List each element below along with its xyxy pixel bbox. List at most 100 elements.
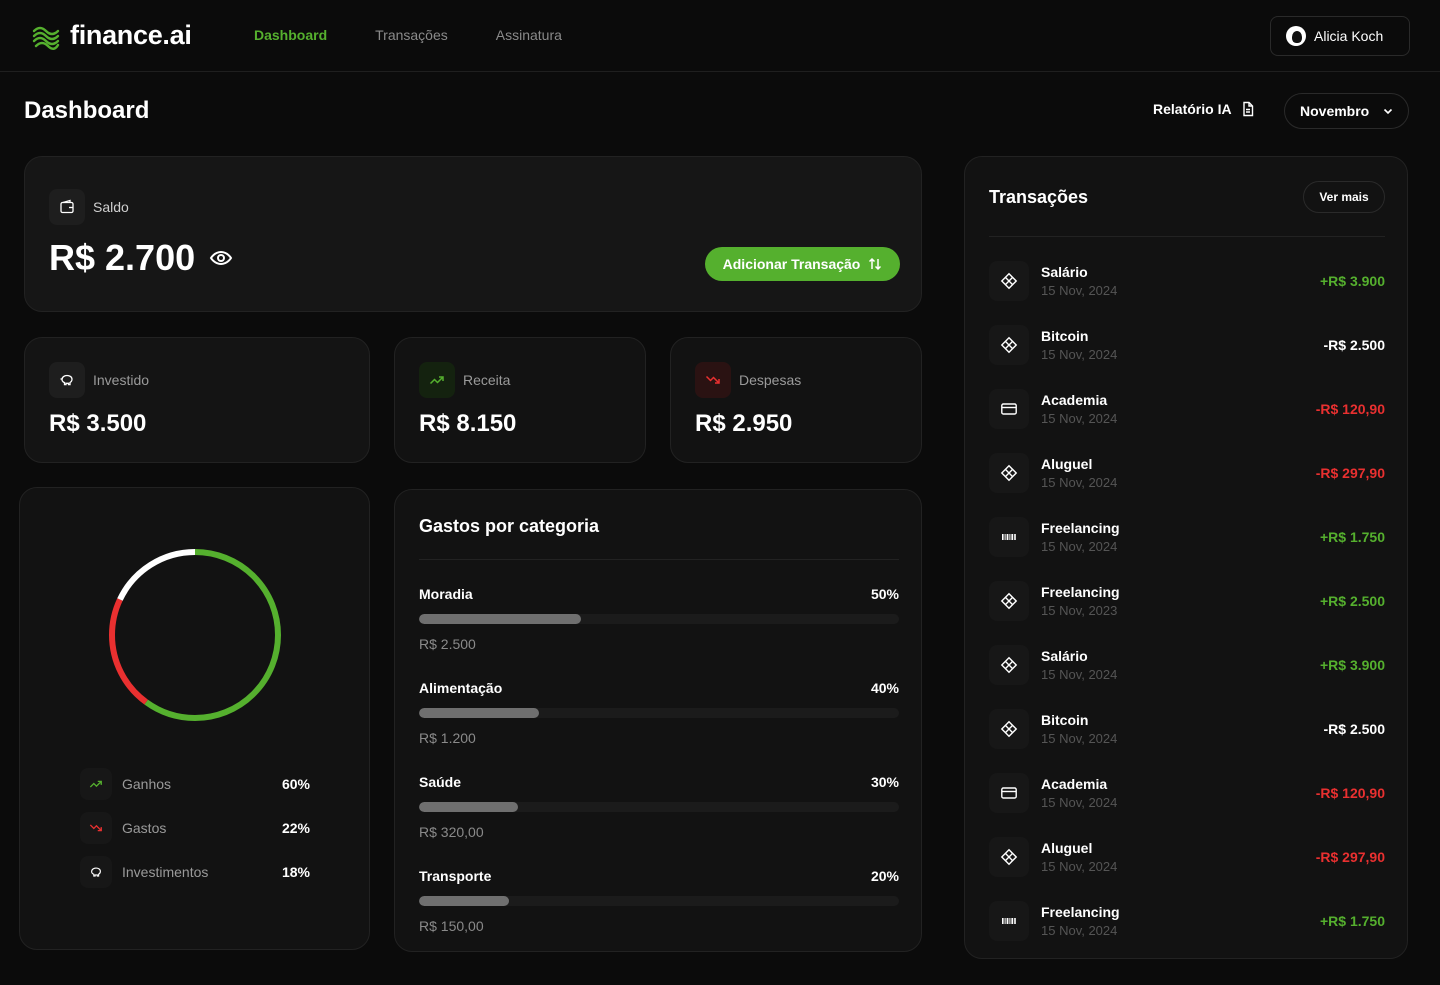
transaction-row[interactable]: Aluguel 15 Nov, 2024 -R$ 297,90 bbox=[989, 837, 1385, 877]
transaction-amount: -R$ 297,90 bbox=[1315, 465, 1385, 481]
piggy-bank-icon bbox=[80, 856, 112, 888]
expenses-by-category-card: Gastos por categoria Moradia 50% R$ 2.500… bbox=[394, 489, 922, 952]
legend-label: Ganhos bbox=[122, 776, 172, 792]
invested-card: Investido R$ 3.500 bbox=[24, 337, 370, 463]
user-menu-button[interactable]: Alicia Koch bbox=[1270, 16, 1410, 56]
piggy-bank-icon bbox=[49, 362, 85, 398]
transaction-name: Salário bbox=[1041, 264, 1088, 280]
transaction-row[interactable]: Academia 15 Nov, 2024 -R$ 120,90 bbox=[989, 389, 1385, 429]
transaction-name: Freelancing bbox=[1041, 584, 1120, 600]
transaction-info: Salário 15 Nov, 2024 bbox=[1041, 648, 1320, 682]
pix-icon bbox=[989, 325, 1029, 365]
transaction-row[interactable]: Freelancing 15 Nov, 2023 +R$ 2.500 bbox=[989, 581, 1385, 621]
transaction-info: Bitcoin 15 Nov, 2024 bbox=[1041, 712, 1324, 746]
transactions-title: Transações bbox=[989, 187, 1089, 207]
category-progress bbox=[419, 802, 899, 812]
transaction-name: Freelancing bbox=[1041, 520, 1120, 536]
legend-percent: 22% bbox=[281, 820, 310, 836]
category-percent: 40% bbox=[870, 680, 899, 696]
transaction-info: Academia 15 Nov, 2024 bbox=[1041, 776, 1316, 810]
pix-icon bbox=[989, 645, 1029, 685]
divider bbox=[419, 559, 899, 560]
trending-down-icon bbox=[695, 362, 731, 398]
transaction-info: Freelancing 15 Nov, 2024 bbox=[1041, 904, 1320, 938]
logo-text: finance.ai bbox=[70, 20, 192, 50]
category-amount: R$ 2.500 bbox=[419, 636, 476, 652]
user-name: Alicia Koch bbox=[1314, 28, 1384, 44]
transaction-date: 15 Nov, 2023 bbox=[1041, 603, 1118, 618]
expenses-value: R$ 2.950 bbox=[695, 410, 793, 437]
transaction-row[interactable]: Freelancing 15 Nov, 2024 +R$ 1.750 bbox=[989, 901, 1385, 941]
pix-icon bbox=[989, 709, 1029, 749]
transaction-amount: +R$ 3.900 bbox=[1320, 273, 1385, 289]
income-value: R$ 8.150 bbox=[419, 410, 517, 437]
income-card: Receita R$ 8.150 bbox=[394, 337, 646, 463]
category-name: Moradia bbox=[419, 586, 473, 602]
top-bar: finance.ai Dashboard Transações Assinatu… bbox=[0, 0, 1440, 72]
category-progress bbox=[419, 614, 899, 624]
nav-assinatura[interactable]: Assinatura bbox=[496, 27, 562, 43]
transaction-row[interactable]: Aluguel 15 Nov, 2024 -R$ 297,90 bbox=[989, 453, 1385, 493]
transaction-row[interactable]: Salário 15 Nov, 2024 +R$ 3.900 bbox=[989, 645, 1385, 685]
nav-dashboard[interactable]: Dashboard bbox=[254, 27, 327, 43]
donut-chart bbox=[109, 549, 281, 721]
balance-label: Saldo bbox=[93, 199, 129, 215]
nav-transacoes[interactable]: Transações bbox=[375, 27, 448, 43]
category-amount: R$ 320,00 bbox=[419, 824, 484, 840]
category-progress bbox=[419, 708, 899, 718]
transaction-date: 15 Nov, 2024 bbox=[1041, 795, 1118, 810]
transaction-row[interactable]: Academia 15 Nov, 2024 -R$ 120,90 bbox=[989, 773, 1385, 813]
pix-icon bbox=[989, 261, 1029, 301]
transaction-row[interactable]: Bitcoin 15 Nov, 2024 -R$ 2.500 bbox=[989, 325, 1385, 365]
logo[interactable]: finance.ai bbox=[32, 20, 192, 51]
credit-card-icon bbox=[989, 773, 1029, 813]
expenses-card: Despesas R$ 2.950 bbox=[670, 337, 922, 463]
see-more-button[interactable]: Ver mais bbox=[1303, 181, 1385, 213]
category-name: Saúde bbox=[419, 774, 462, 790]
category-name: Transporte bbox=[419, 868, 492, 884]
transaction-name: Aluguel bbox=[1041, 456, 1093, 472]
legend-item-investimentos: Investimentos 18% bbox=[80, 856, 310, 888]
transactions-card: Transações Ver mais Salário 15 Nov, 2024 +… bbox=[964, 156, 1408, 959]
month-value: Novembro bbox=[1300, 103, 1370, 119]
transaction-name: Academia bbox=[1041, 776, 1108, 792]
transaction-info: Freelancing 15 Nov, 2023 bbox=[1041, 584, 1320, 618]
transaction-date: 15 Nov, 2024 bbox=[1041, 539, 1118, 554]
eye-icon[interactable] bbox=[209, 246, 233, 270]
pix-icon bbox=[989, 837, 1029, 877]
trending-down-icon bbox=[80, 812, 112, 844]
invested-value: R$ 3.500 bbox=[49, 410, 147, 437]
transaction-info: Salário 15 Nov, 2024 bbox=[1041, 264, 1320, 298]
transaction-row[interactable]: Freelancing 15 Nov, 2024 +R$ 1.750 bbox=[989, 517, 1385, 557]
category-amount: R$ 150,00 bbox=[419, 918, 484, 934]
add-transaction-button[interactable]: Adicionar Transação bbox=[705, 247, 900, 281]
page-title: Dashboard bbox=[24, 97, 150, 124]
transaction-amount: -R$ 2.500 bbox=[1323, 721, 1385, 737]
ai-report-button[interactable]: Relatório IA bbox=[1153, 101, 1256, 117]
credit-card-icon bbox=[989, 389, 1029, 429]
transaction-name: Aluguel bbox=[1041, 840, 1093, 856]
category-progress-fill bbox=[419, 708, 539, 718]
month-select[interactable]: Novembro bbox=[1284, 93, 1409, 129]
transaction-name: Bitcoin bbox=[1041, 712, 1089, 728]
transaction-date: 15 Nov, 2024 bbox=[1041, 923, 1118, 938]
distribution-card: Ganhos 60% Gastos 22% Investimentos 18% bbox=[19, 487, 370, 950]
category-title: Gastos por categoria bbox=[419, 516, 600, 536]
logo-icon bbox=[32, 26, 60, 50]
wallet-icon bbox=[49, 189, 85, 225]
transaction-row[interactable]: Salário 15 Nov, 2024 +R$ 3.900 bbox=[989, 261, 1385, 301]
transaction-amount: +R$ 1.750 bbox=[1320, 529, 1385, 545]
trending-up-icon bbox=[419, 362, 455, 398]
transaction-date: 15 Nov, 2024 bbox=[1041, 859, 1118, 874]
transaction-amount: -R$ 297,90 bbox=[1315, 849, 1385, 865]
transaction-amount: -R$ 2.500 bbox=[1323, 337, 1385, 353]
transaction-row[interactable]: Bitcoin 15 Nov, 2024 -R$ 2.500 bbox=[989, 709, 1385, 749]
transaction-name: Academia bbox=[1041, 392, 1108, 408]
category-item-alimentacao: Alimentação 40% R$ 1.200 bbox=[419, 680, 899, 746]
category-progress-fill bbox=[419, 614, 581, 624]
add-transaction-label: Adicionar Transação bbox=[722, 256, 861, 272]
transaction-info: Bitcoin 15 Nov, 2024 bbox=[1041, 328, 1324, 362]
category-percent: 20% bbox=[870, 868, 899, 884]
category-progress-fill bbox=[419, 802, 518, 812]
transaction-date: 15 Nov, 2024 bbox=[1041, 731, 1118, 746]
